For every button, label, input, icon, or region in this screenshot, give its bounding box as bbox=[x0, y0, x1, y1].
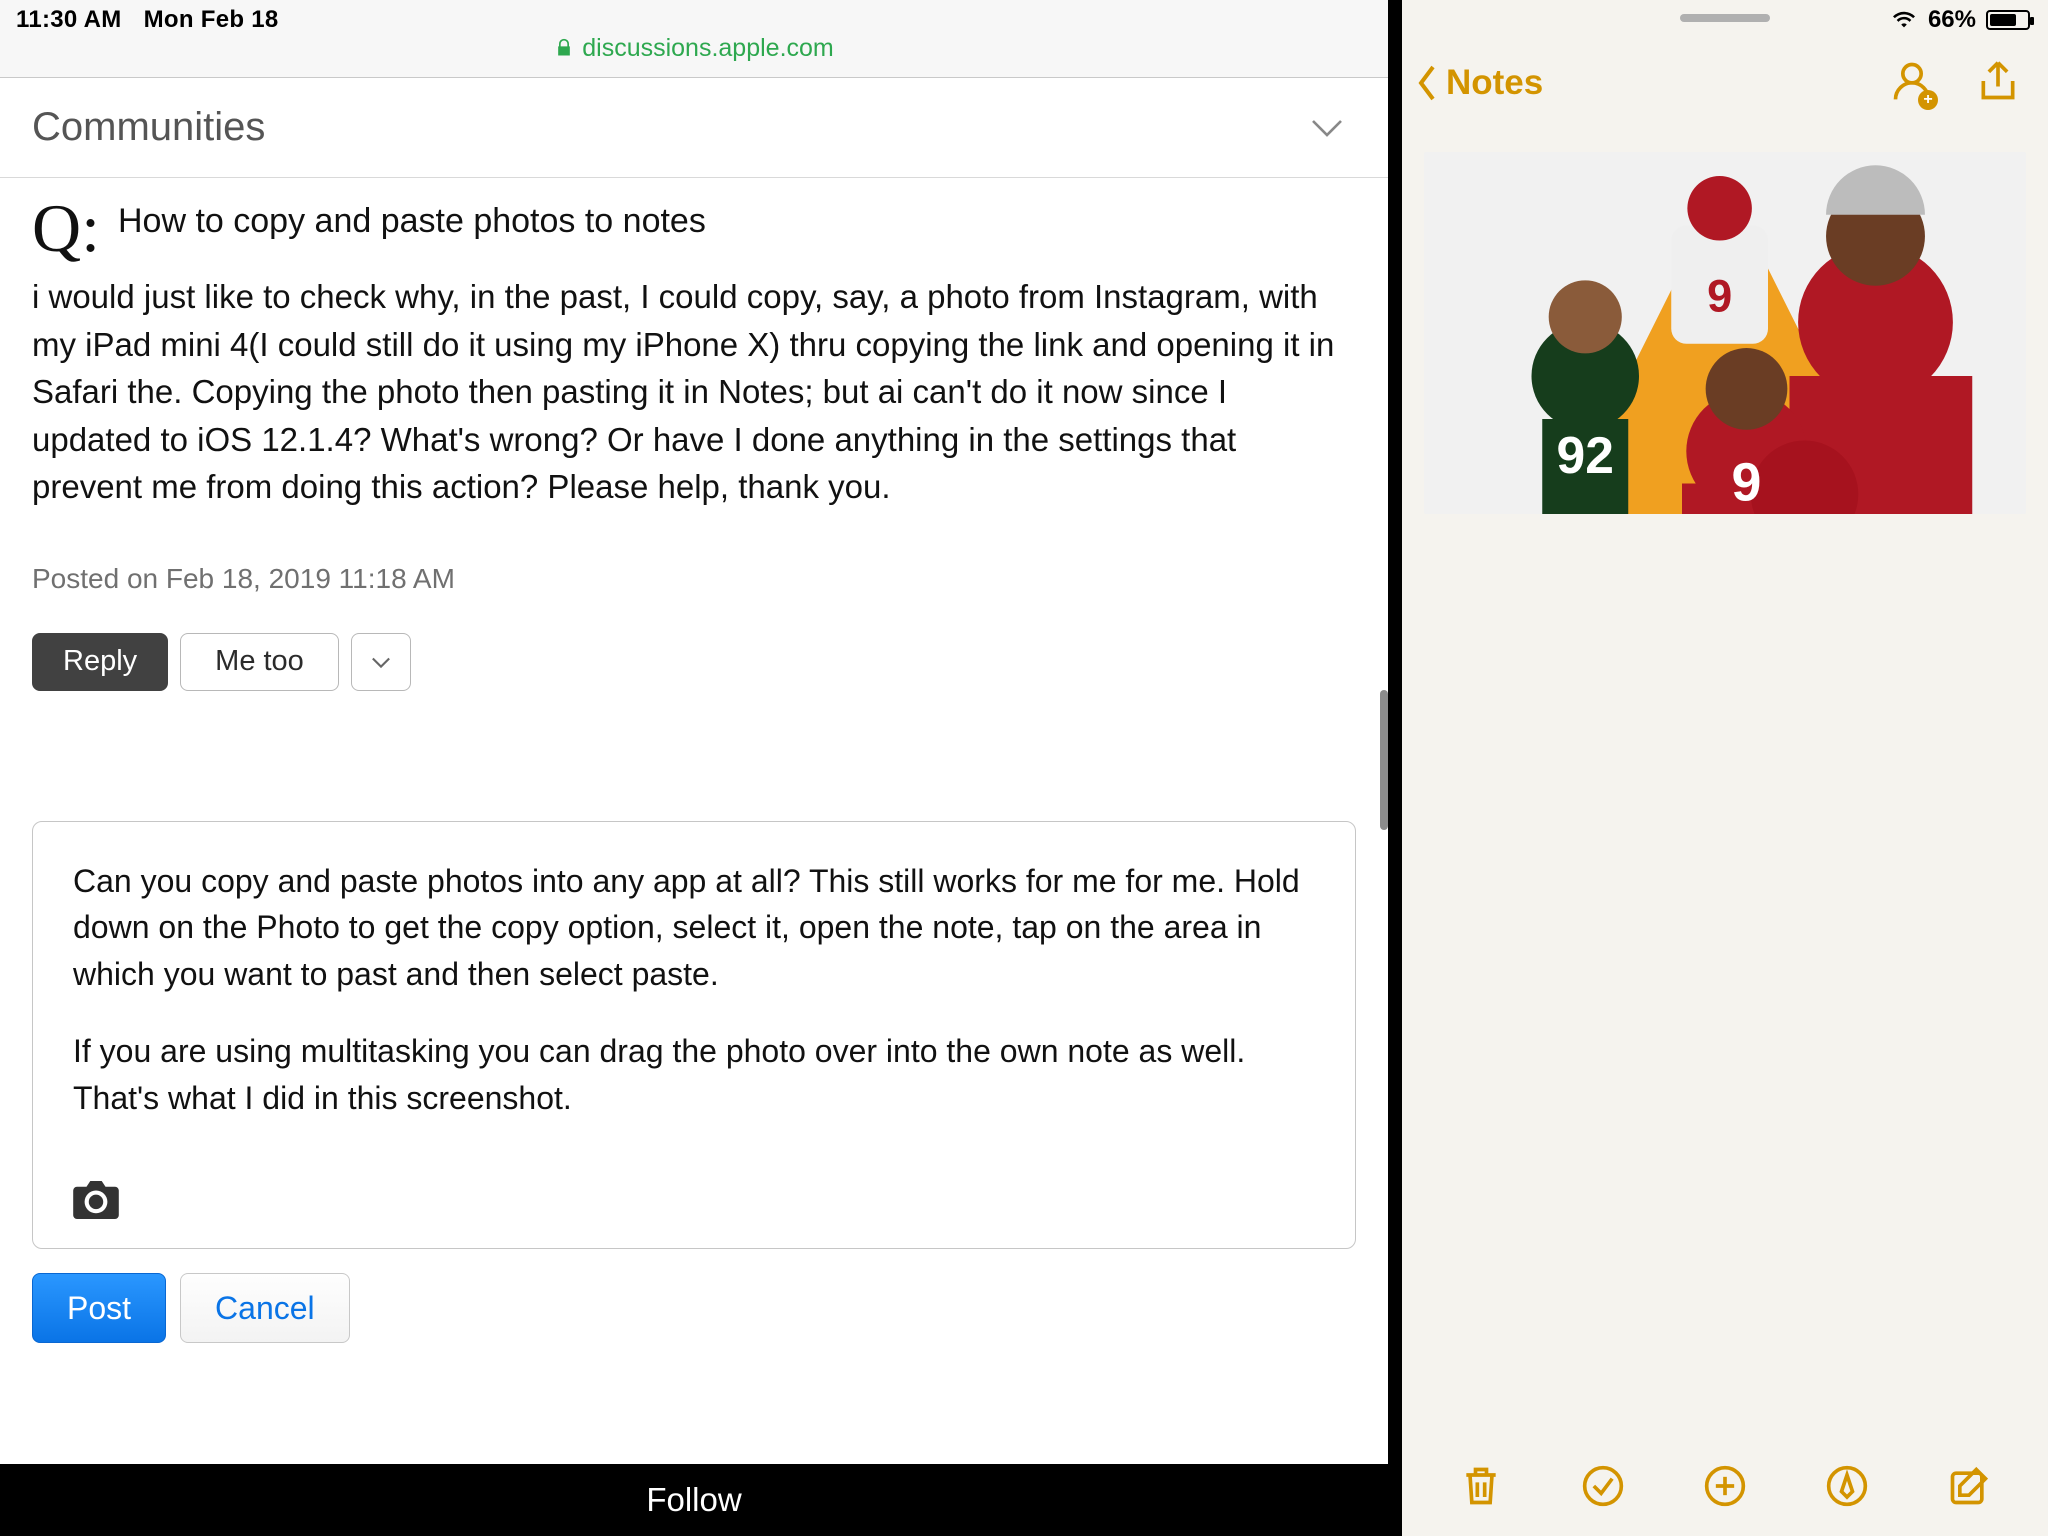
chevron-down-icon bbox=[1306, 107, 1348, 149]
share-icon bbox=[1976, 59, 2020, 103]
pasted-photo: 92 9 9 bbox=[1424, 152, 2026, 514]
notes-toolbar bbox=[1402, 1448, 2048, 1528]
markup-button[interactable] bbox=[1825, 1464, 1869, 1513]
add-people-button[interactable]: + bbox=[1890, 59, 1934, 108]
action-row: Reply Me too bbox=[32, 633, 1356, 691]
trash-icon bbox=[1459, 1464, 1503, 1508]
home-indicator[interactable] bbox=[1680, 14, 1770, 22]
note-image[interactable]: 92 9 9 bbox=[1424, 152, 2026, 514]
lock-icon bbox=[554, 38, 574, 58]
svg-text:9: 9 bbox=[1732, 453, 1762, 513]
question-body: i would just like to check why, in the p… bbox=[32, 273, 1352, 511]
wifi-icon bbox=[1890, 9, 1918, 31]
follow-label: Follow bbox=[646, 1481, 741, 1519]
cancel-button[interactable]: Cancel bbox=[180, 1273, 350, 1343]
chevron-down-icon bbox=[367, 648, 395, 676]
checklist-button[interactable] bbox=[1581, 1464, 1625, 1513]
question-title: How to copy and paste photos to notes bbox=[118, 198, 706, 241]
status-bar-right: 66% bbox=[1402, 0, 2048, 36]
check-circle-icon bbox=[1581, 1464, 1625, 1508]
split-view-divider[interactable] bbox=[1388, 0, 1402, 1536]
notes-pane: 66% Notes + bbox=[1402, 0, 2048, 1536]
svg-text:9: 9 bbox=[1707, 271, 1732, 322]
delete-button[interactable] bbox=[1459, 1464, 1503, 1513]
post-actions: Post Cancel bbox=[32, 1273, 1356, 1343]
chevron-left-icon bbox=[1414, 63, 1440, 103]
back-button[interactable]: Notes bbox=[1414, 63, 1543, 103]
post-button[interactable]: Post bbox=[32, 1273, 166, 1343]
attach-photo-button[interactable] bbox=[73, 1181, 1315, 1232]
compose-button[interactable] bbox=[1947, 1464, 1991, 1513]
follow-bar[interactable]: Follow bbox=[0, 1464, 1388, 1536]
posted-date: Posted on Feb 18, 2019 11:18 AM bbox=[32, 563, 1356, 595]
add-button[interactable] bbox=[1703, 1464, 1747, 1513]
reply-button[interactable]: Reply bbox=[32, 633, 168, 691]
status-bar-left: 11:30 AM Mon Feb 18 bbox=[0, 0, 1388, 34]
back-label: Notes bbox=[1446, 63, 1543, 103]
url-host: discussions.apple.com bbox=[582, 34, 834, 63]
plus-circle-icon bbox=[1703, 1464, 1747, 1508]
reply-paragraph-2: If you are using multitasking you can dr… bbox=[73, 1028, 1315, 1121]
note-body[interactable]: 92 9 9 bbox=[1402, 130, 2048, 514]
question-mark: Q: bbox=[32, 198, 100, 259]
pen-circle-icon bbox=[1825, 1464, 1869, 1508]
camera-icon bbox=[73, 1181, 119, 1219]
scrollbar[interactable] bbox=[1380, 690, 1388, 830]
status-date: Mon Feb 18 bbox=[144, 6, 279, 34]
communities-label: Communities bbox=[32, 105, 265, 150]
battery-percent: 66% bbox=[1928, 6, 1976, 34]
content-area: Q: How to copy and paste photos to notes… bbox=[0, 178, 1388, 1353]
svg-text:92: 92 bbox=[1557, 426, 1614, 484]
battery-icon bbox=[1986, 10, 2030, 30]
compose-icon bbox=[1947, 1464, 1991, 1508]
status-time: 11:30 AM bbox=[16, 6, 122, 34]
communities-header[interactable]: Communities bbox=[0, 78, 1388, 178]
share-button[interactable] bbox=[1976, 59, 2020, 108]
notes-nav: Notes + bbox=[1402, 36, 2048, 130]
plus-badge-icon: + bbox=[1918, 90, 1938, 110]
more-actions-button[interactable] bbox=[351, 633, 411, 691]
url-bar[interactable]: discussions.apple.com bbox=[0, 34, 1388, 78]
me-too-button[interactable]: Me too bbox=[180, 633, 339, 691]
reply-editor[interactable]: Can you copy and paste photos into any a… bbox=[32, 821, 1356, 1249]
reply-paragraph-1: Can you copy and paste photos into any a… bbox=[73, 858, 1315, 998]
safari-pane: 11:30 AM Mon Feb 18 discussions.apple.co… bbox=[0, 0, 1388, 1536]
